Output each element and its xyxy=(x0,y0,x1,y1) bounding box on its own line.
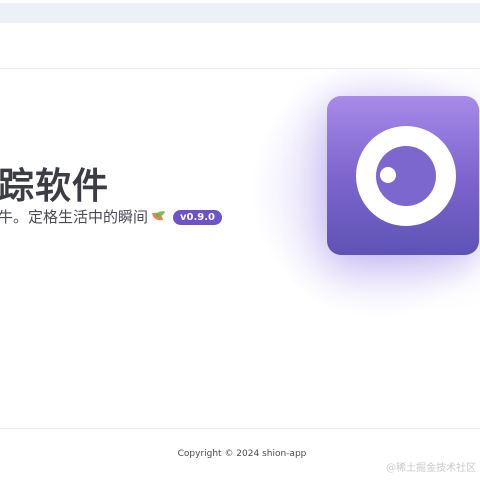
hero-subtitle-text: 牛。定格生活中的瞬间 xyxy=(0,208,149,226)
app-logo xyxy=(327,96,479,255)
watermark-text: @稀土掘金技术社区 xyxy=(386,463,476,474)
logo-dot xyxy=(380,167,396,183)
nav-bar xyxy=(0,27,480,69)
browser-topbar xyxy=(0,0,480,27)
hero-section: 踪软件 牛。定格生活中的瞬间 v0.9.0 xyxy=(0,69,480,428)
logo-hole xyxy=(376,146,436,206)
topbar-strip xyxy=(0,3,480,23)
copyright-text: Copyright © 2024 shion-app xyxy=(177,449,307,459)
leaf-icon xyxy=(152,210,165,223)
version-badge[interactable]: v0.9.0 xyxy=(173,210,223,225)
hero-title: 踪软件 xyxy=(0,166,110,207)
hero-subtitle: 牛。定格生活中的瞬间 v0.9.0 xyxy=(0,206,223,227)
camera-ring-icon xyxy=(356,126,456,226)
